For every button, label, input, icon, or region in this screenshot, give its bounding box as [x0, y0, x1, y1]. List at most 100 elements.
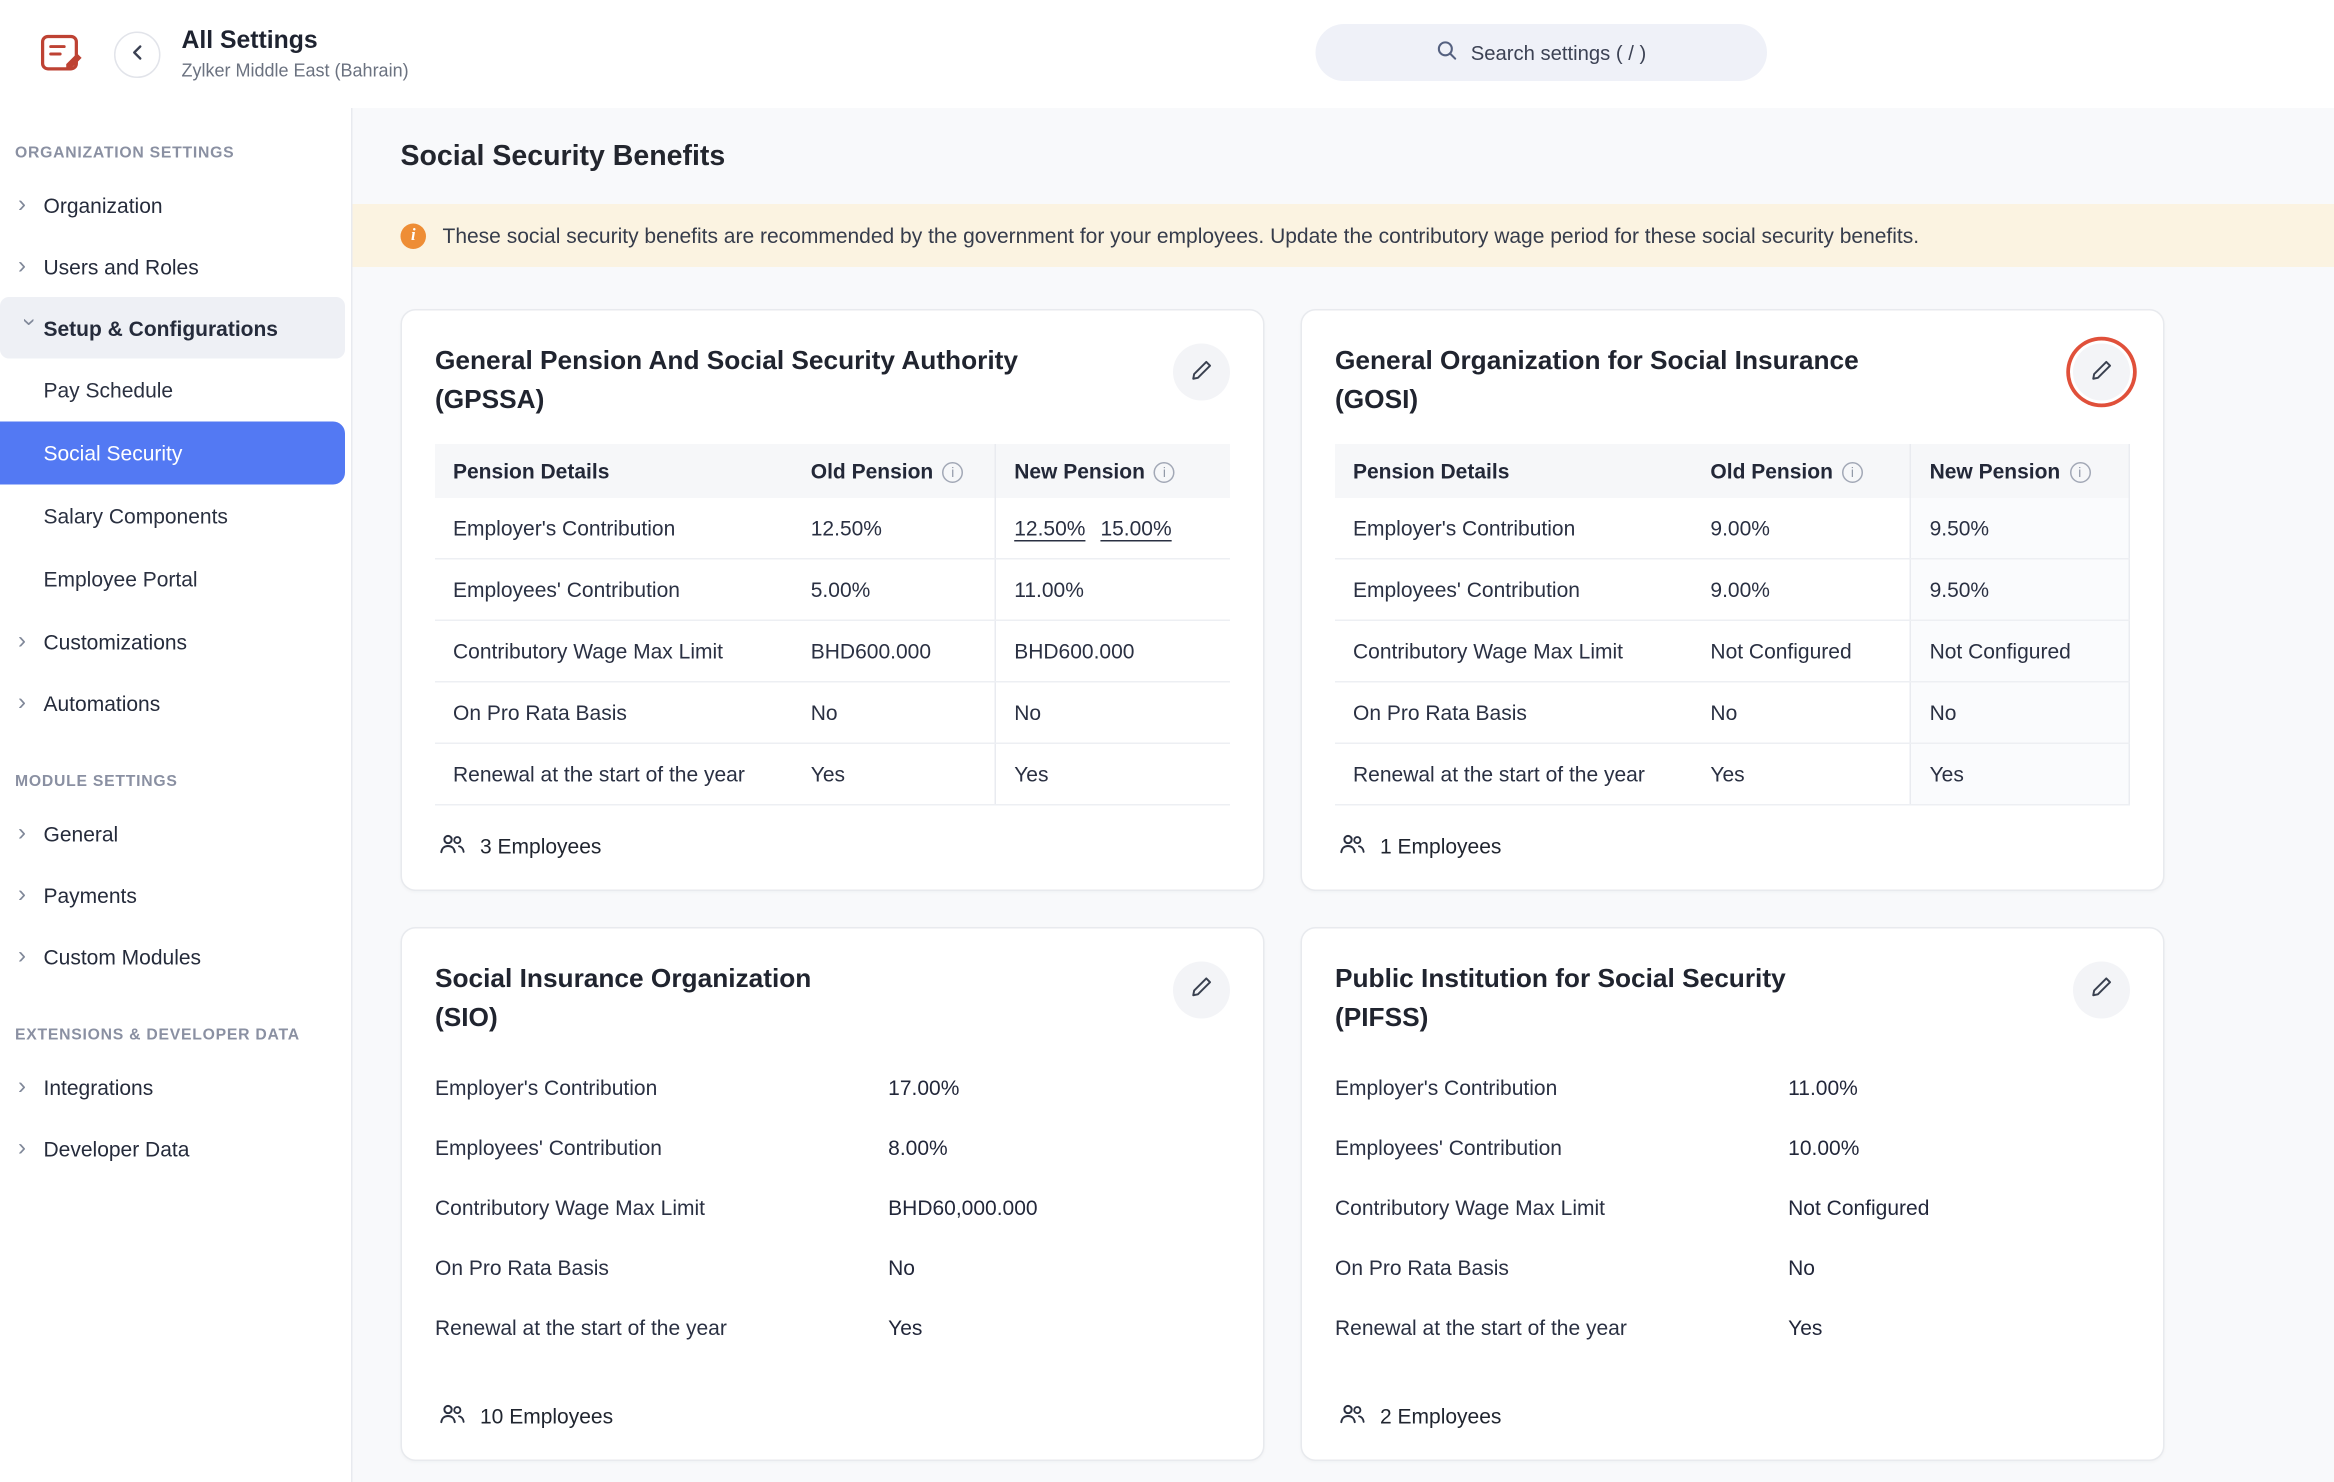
employee-count[interactable]: 1 Employees [1380, 833, 1501, 857]
old-pension-value: Not Configured [1692, 620, 1910, 682]
chevron-left-icon [128, 43, 146, 66]
info-icon[interactable]: i [2069, 461, 2090, 482]
row-label: Contributory Wage Max Limit [1335, 1196, 1788, 1220]
table-row: On Pro Rata Basis No No [435, 681, 1230, 743]
chevron-right-icon: › [18, 944, 44, 968]
search-input[interactable]: Search settings ( / ) [1316, 24, 1768, 81]
employee-count[interactable]: 3 Employees [480, 833, 601, 857]
search-placeholder: Search settings ( / ) [1471, 41, 1647, 64]
employee-count[interactable]: 10 Employees [480, 1404, 613, 1428]
chevron-right-icon: › [18, 691, 44, 715]
sidebar-item-label: Users and Roles [44, 254, 199, 278]
column-header-old-pension: Old Pensioni [1692, 443, 1910, 497]
info-icon[interactable]: i [1154, 461, 1175, 482]
old-pension-value: No [793, 681, 996, 743]
pifss-edit-button[interactable] [2073, 961, 2130, 1018]
info-icon[interactable]: i [1842, 461, 1863, 482]
old-pension-value: 5.00% [793, 558, 996, 620]
page-app-title: All Settings [182, 27, 409, 56]
chevron-right-icon: › [18, 1075, 44, 1099]
table-header-row: Pension Details Old Pensioni New Pension… [1335, 443, 2129, 497]
list-item: Employees' Contribution 10.00% [1335, 1118, 2130, 1178]
row-label: Renewal at the start of the year [1335, 1316, 1788, 1340]
info-icon[interactable]: i [942, 461, 963, 482]
pencil-icon [1190, 358, 1214, 387]
column-header-new-pension: New Pensioni [995, 443, 1230, 497]
sidebar-item-pay-schedule[interactable]: Pay Schedule [0, 359, 351, 422]
new-pension-current-value: 15.00% [1100, 515, 1171, 539]
banner-text: These social security benefits are recom… [443, 224, 1920, 248]
list-item: Employees' Contribution 8.00% [435, 1118, 1230, 1178]
sidebar-item-developer-data[interactable]: › Developer Data [0, 1118, 345, 1180]
sidebar-item-label: General [44, 821, 119, 845]
sidebar-item-label: Integrations [44, 1075, 154, 1099]
row-value: 10.00% [1788, 1136, 1859, 1160]
row-value: Not Configured [1788, 1196, 1929, 1220]
row-label: Contributory Wage Max Limit [435, 1196, 888, 1220]
list-item: Contributory Wage Max Limit BHD60,000.00… [435, 1178, 1230, 1238]
row-value: 17.00% [888, 1076, 959, 1100]
new-pension-value: 11.00% [995, 558, 1230, 620]
gosi-edit-button[interactable] [2073, 344, 2130, 401]
old-pension-value: 9.00% [1692, 497, 1910, 558]
row-label: Contributory Wage Max Limit [1335, 620, 1692, 682]
sidebar-item-setup-configurations[interactable]: › Setup & Configurations [0, 297, 345, 359]
chevron-down-icon: › [17, 317, 41, 338]
table-row: Employer's Contribution 12.50% 12.50%15.… [435, 497, 1230, 558]
list-item: Employer's Contribution 11.00% [1335, 1058, 2130, 1118]
sidebar-item-salary-components[interactable]: Salary Components [0, 485, 351, 548]
card-title: Social Insurance Organization (SIO) [435, 958, 811, 1037]
sidebar-subgroup-setup-configurations: Pay Schedule Social Security Salary Comp… [0, 359, 351, 611]
sidebar-section-extensions-developer-data: EXTENSIONS & DEVELOPER DATA [15, 1026, 351, 1044]
pension-table: Pension Details Old Pensioni New Pension… [1335, 443, 2130, 805]
search-icon [1436, 39, 1459, 66]
card-gosi: General Organization for Social Insuranc… [1301, 309, 2165, 890]
employees-icon [438, 832, 467, 859]
sidebar-item-users-and-roles[interactable]: › Users and Roles [0, 236, 345, 298]
employee-count-footer: 1 Employees [1335, 805, 2130, 865]
sidebar-item-customizations[interactable]: › Customizations [0, 611, 345, 673]
old-pension-value: 12.50% [793, 497, 996, 558]
sidebar-item-label: Custom Modules [44, 944, 202, 968]
card-title: General Organization for Social Insuranc… [1335, 341, 1859, 420]
row-label: On Pro Rata Basis [435, 1256, 888, 1280]
organization-name: Zylker Middle East (Bahrain) [182, 60, 409, 81]
table-row: Employees' Contribution 5.00% 11.00% [435, 558, 1230, 620]
back-button[interactable] [114, 31, 161, 78]
employees-icon [1338, 1403, 1367, 1430]
card-title: Public Institution for Social Security (… [1335, 958, 1786, 1037]
row-label: Employees' Contribution [435, 1136, 888, 1160]
table-row: Contributory Wage Max Limit Not Configur… [1335, 620, 2129, 682]
row-value: BHD60,000.000 [888, 1196, 1037, 1220]
pencil-icon [2090, 358, 2114, 387]
sidebar-item-custom-modules[interactable]: › Custom Modules [0, 926, 345, 988]
old-pension-value: Yes [1692, 743, 1910, 805]
sidebar-item-label: Payments [44, 883, 137, 907]
sidebar-item-integrations[interactable]: › Integrations [0, 1056, 345, 1118]
sidebar-item-payments[interactable]: › Payments [0, 864, 345, 926]
sio-edit-button[interactable] [1173, 961, 1230, 1018]
row-label: Employer's Contribution [435, 497, 793, 558]
row-value: 11.00% [1788, 1076, 1858, 1100]
row-value: No [1788, 1256, 1815, 1280]
header-title-block: All Settings Zylker Middle East (Bahrain… [182, 27, 409, 81]
employee-count[interactable]: 2 Employees [1380, 1404, 1501, 1428]
card-pifss: Public Institution for Social Security (… [1301, 926, 2165, 1461]
gpssa-edit-button[interactable] [1173, 344, 1230, 401]
sidebar-item-employee-portal[interactable]: Employee Portal [0, 548, 351, 611]
sidebar-section-module-settings: MODULE SETTINGS [15, 773, 351, 791]
row-value: 8.00% [888, 1136, 948, 1160]
sidebar-item-automations[interactable]: › Automations [0, 672, 345, 734]
new-pension-value: No [1911, 681, 2129, 743]
page-title: Social Security Benefits [401, 141, 2334, 174]
employee-count-footer: 2 Employees [1335, 1358, 2130, 1436]
new-pension-value: 9.50% [1911, 497, 2129, 558]
new-pension-value: 9.50% [1911, 558, 2129, 620]
sidebar-item-social-security[interactable]: Social Security [0, 422, 345, 485]
sidebar-item-general[interactable]: › General [0, 803, 345, 865]
new-pension-value: Not Configured [1911, 620, 2129, 682]
list-item: Contributory Wage Max Limit Not Configur… [1335, 1178, 2130, 1238]
table-row: Renewal at the start of the year Yes Yes [435, 743, 1230, 805]
sidebar-item-organization[interactable]: › Organization [0, 174, 345, 236]
sidebar-section-organization-settings: ORGANIZATION SETTINGS [15, 144, 351, 162]
